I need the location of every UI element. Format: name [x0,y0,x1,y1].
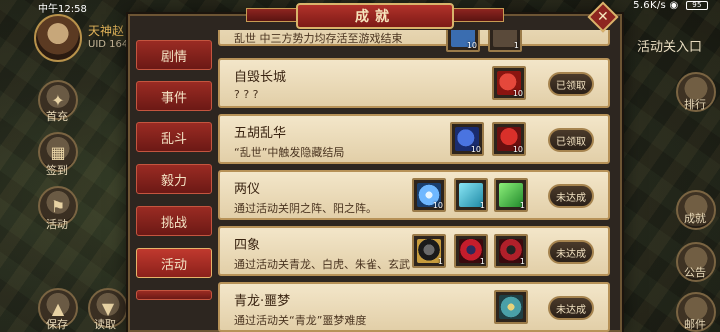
achievement-desc: 乱世 中三方势力均存活至游戏结束 [234,32,403,45]
load-icon: ▼ [101,298,115,318]
reward-count: 1 [519,201,525,210]
wifi-icon: ◉ [669,0,679,11]
achievement-name: 自毁长城 [234,70,287,85]
event-entrance-link[interactable]: 活动关入口 [637,36,702,55]
scroll-icon [499,295,523,319]
side-label-first-recharge: 首充 [46,110,68,123]
achievement-desc: “乱世”中触发隐藏结局 [234,146,345,159]
claimed-button[interactable]: 已领取 [548,128,594,152]
network-speed: 5.6K/s [633,0,666,11]
tab-brawl[interactable]: 乱斗 [136,122,212,152]
not-achieved-button[interactable]: 未达成 [548,240,594,264]
reward-count: 10 [470,145,481,154]
reward-count: 1 [479,201,485,210]
close-icon: ✕ [597,8,609,25]
reward-count: 1 [513,41,519,50]
achievement-row: 青龙·噩梦 通过活动关“青龙”噩梦难度 未达成 [218,282,610,332]
reward-slot[interactable]: 1 [494,178,528,212]
not-achieved-button[interactable]: 未达成 [548,296,594,320]
status-bar: 中午12:58 5.6K/s ◉ 95 [0,0,720,15]
tab-perseverance[interactable]: 毅力 [136,164,212,194]
reward-count: 10 [512,145,523,154]
achievement-label: 成就 [684,212,706,225]
tab-partial [136,290,212,300]
side-label-load: 读取 [94,318,116,331]
reward-count: 10 [512,89,523,98]
status-time: 中午12:58 [38,4,87,15]
achievement-desc: 通过活动关阴之阵、阳之阵。 [234,202,377,215]
avatar[interactable] [34,14,82,62]
tab-activity[interactable]: 活动 [136,248,212,278]
reward-slot[interactable]: 1 [412,234,446,268]
reward-slot[interactable]: 10 [450,122,484,156]
achievement-name: 五胡乱华 [234,126,287,141]
reward-slot[interactable] [494,290,528,324]
status-right: 5.6K/s ◉ 95 [633,0,708,11]
achievement-desc: 通过活动关青龙、白虎、朱雀、玄武 [234,258,410,271]
ranking-label: 排行 [684,98,706,111]
reward-slot[interactable]: 1 [454,234,488,268]
achievement-row: 五胡乱华 “乱世”中触发隐藏结局 10 10 已领取 [218,114,610,164]
achievement-row: 两仪 通过活动关阴之阵、阳之阵。 10 1 1 未达成 [218,170,610,220]
reward-count: 10 [432,201,443,210]
player-uid: UID 164 [88,39,129,50]
player-name: 天神赵 [88,24,125,38]
reward-slot[interactable]: 1 [494,234,528,268]
save-icon: ▲ [51,298,65,318]
achievement-name: 青龙·噩梦 [234,294,291,309]
reward-slot[interactable]: 1 [454,178,488,212]
flag-icon: ⚑ [50,196,66,216]
tab-story[interactable]: 剧情 [136,40,212,70]
gift-icon: ✦ [51,90,65,110]
reward-slot[interactable]: 10 [492,66,526,100]
calendar-icon: ▦ [50,142,66,162]
notice-label: 公告 [684,266,706,279]
achievement-desc: ? ? ? [234,88,259,101]
achievement-name: 两仪 [234,182,261,197]
achievement-row: 乱世 中三方势力均存活至游戏结束 10 1 [218,30,610,52]
achievement-row: 自毁长城 ? ? ? 10 已领取 [218,58,610,108]
tab-challenge[interactable]: 挑战 [136,206,212,236]
tab-events[interactable]: 事件 [136,81,212,111]
claimed-button[interactable]: 已领取 [548,72,594,96]
side-label-save: 保存 [46,318,68,331]
achievement-desc: 通过活动关“青龙”噩梦难度 [234,314,367,327]
achievement-list[interactable]: 乱世 中三方势力均存活至游戏结束 10 1 自毁长城 ? ? ? 10 已领取 … [218,30,610,332]
reward-count: 1 [437,257,443,266]
side-label-event: 活动 [46,218,68,231]
reward-count: 1 [479,257,485,266]
side-label-sign-in: 签到 [46,164,68,177]
reward-count: 1 [519,257,525,266]
battery-icon: 95 [686,0,708,10]
reward-slot[interactable]: 10 [446,30,480,52]
not-achieved-button[interactable]: 未达成 [548,184,594,208]
reward-slot[interactable]: 1 [488,30,522,52]
reward-count: 10 [466,41,477,50]
mail-label: 邮件 [684,318,706,331]
achievement-name: 四象 [234,238,261,253]
reward-slot[interactable]: 10 [492,122,526,156]
reward-slot[interactable]: 10 [412,178,446,212]
achievement-row: 四象 通过活动关青龙、白虎、朱雀、玄武 1 1 1 未达成 [218,226,610,276]
